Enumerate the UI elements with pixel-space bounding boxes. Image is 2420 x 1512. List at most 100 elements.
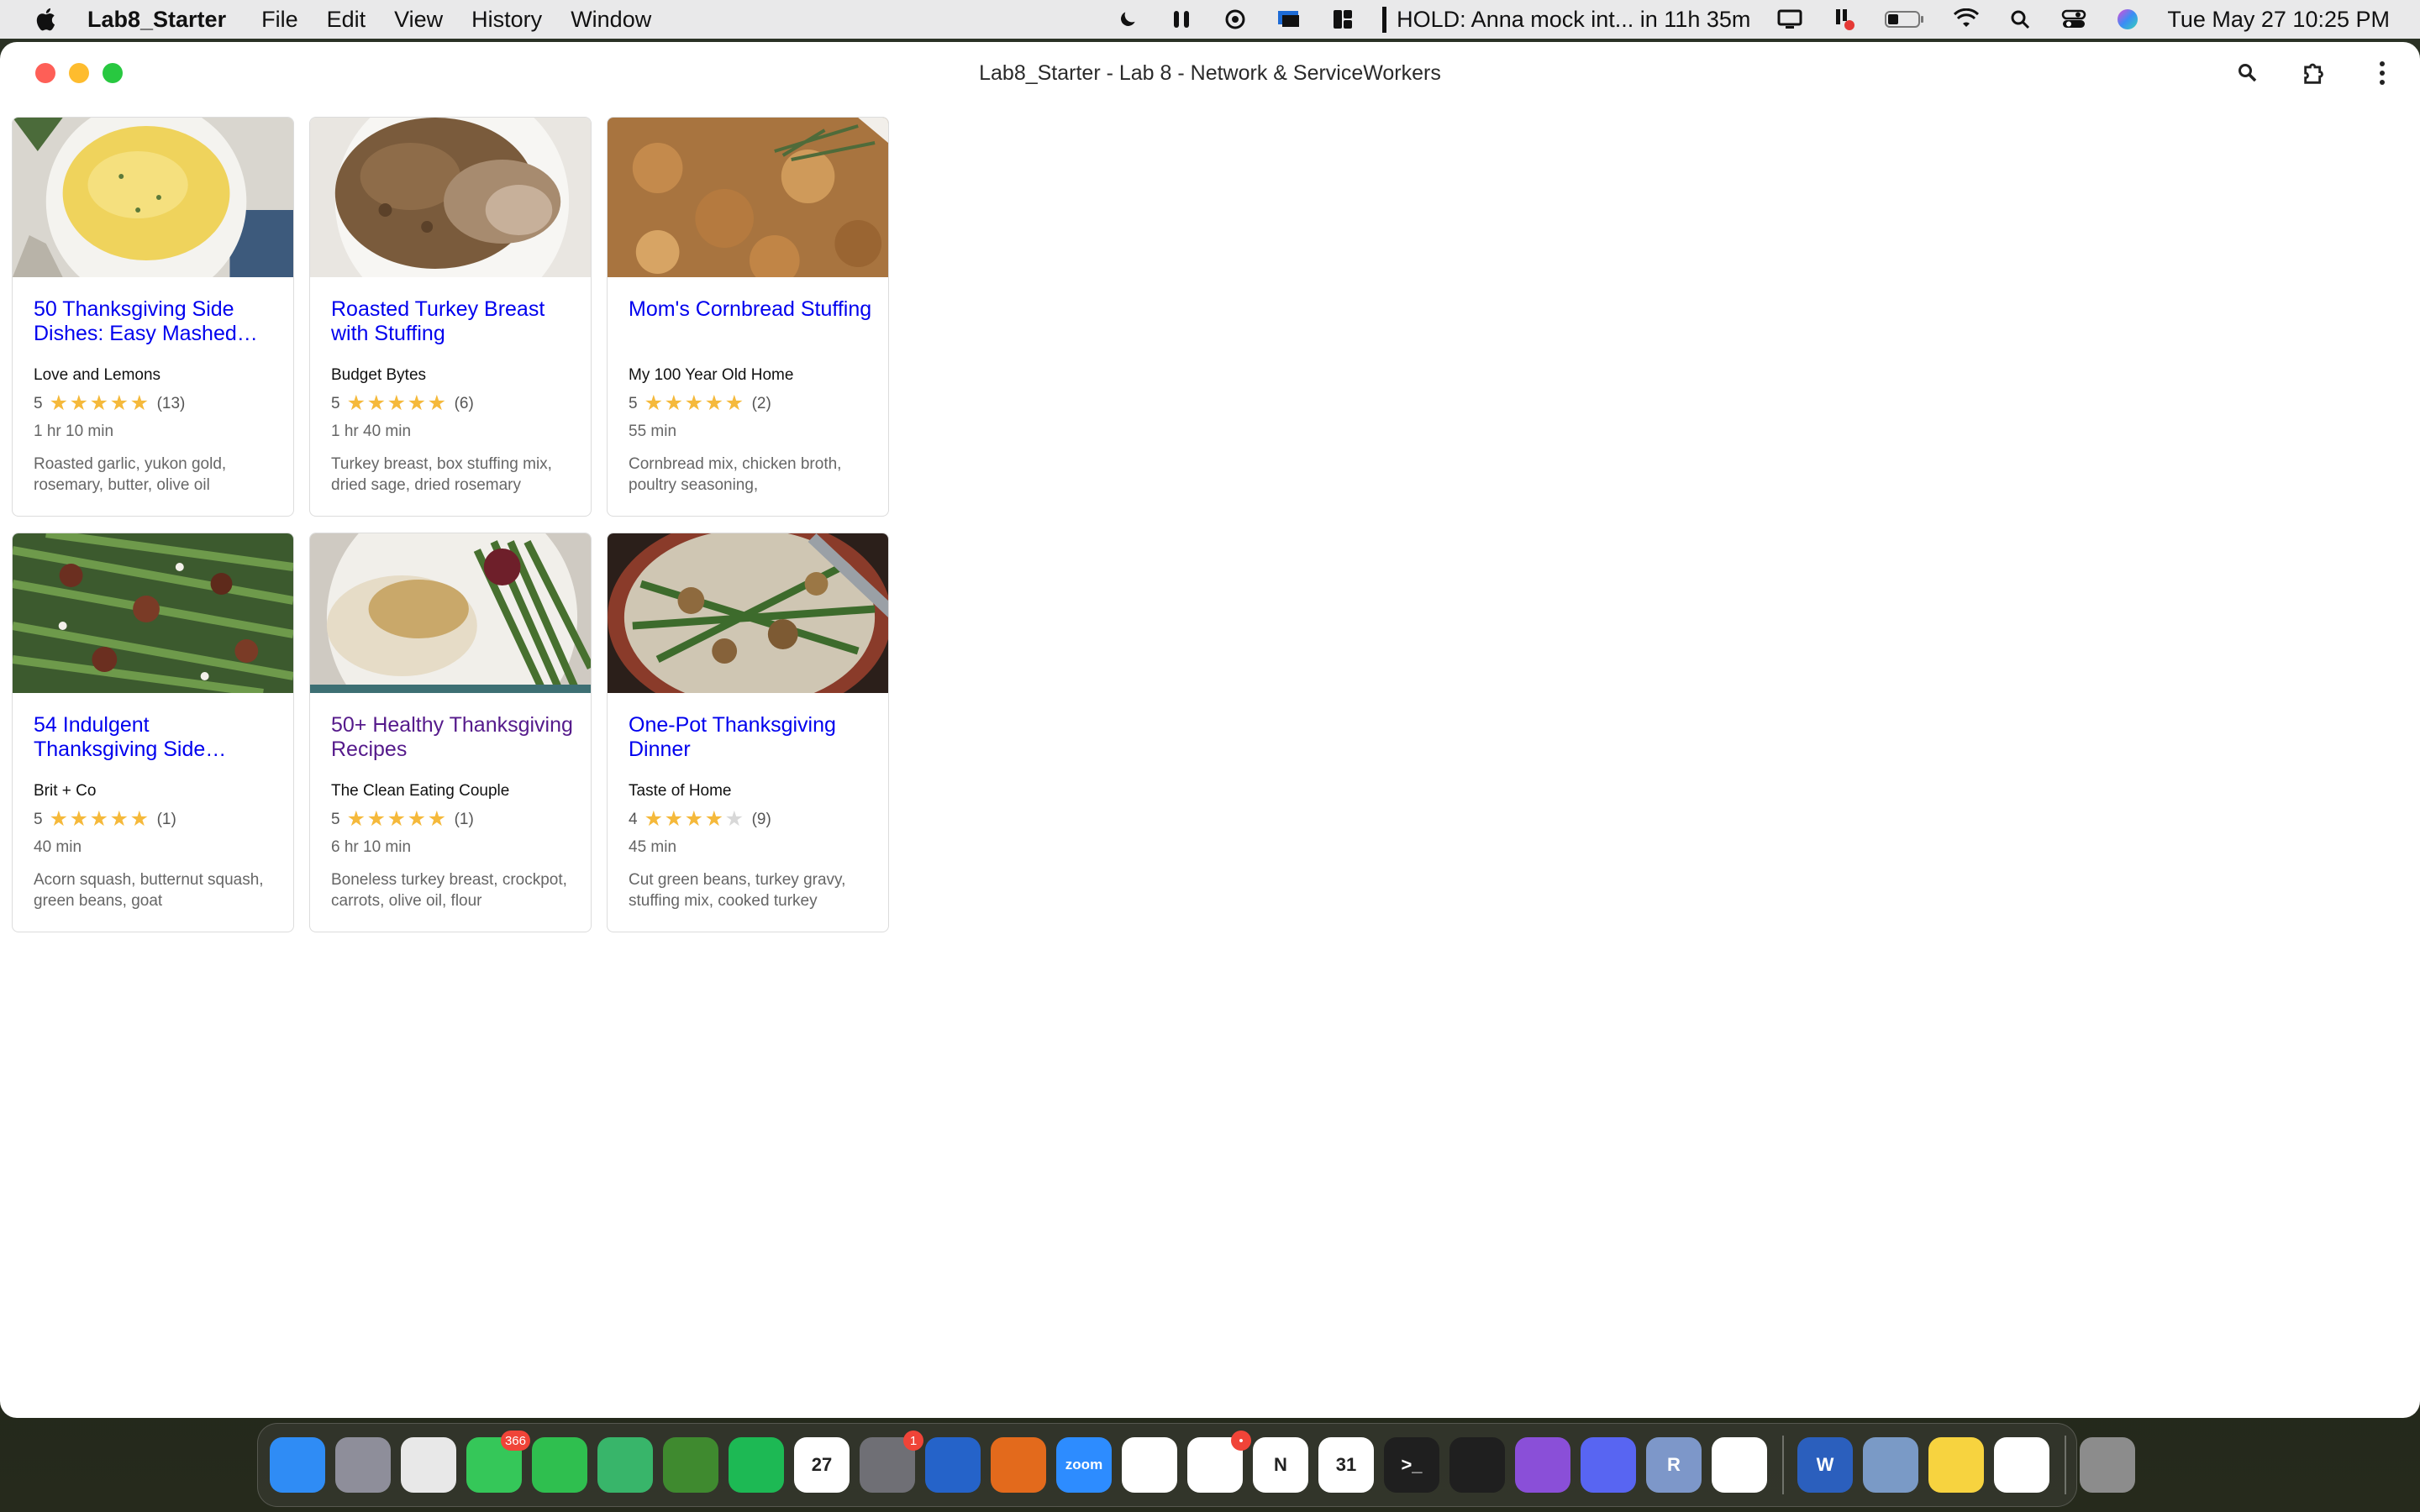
notes-icon[interactable] xyxy=(1928,1437,1984,1493)
recipe-card[interactable]: One-Pot Thanksgiving Dinner Taste of Hom… xyxy=(607,533,889,932)
matlab-icon[interactable] xyxy=(991,1437,1046,1493)
spotlight-search-icon[interactable] xyxy=(2006,7,2034,32)
teams-icon[interactable] xyxy=(925,1437,981,1493)
discord-icon[interactable] xyxy=(1581,1437,1636,1493)
star-filled-icon: ★ xyxy=(664,807,683,831)
recipe-title-link[interactable]: Mom's Cornbread Stuffing xyxy=(629,297,872,322)
github-desktop-icon[interactable] xyxy=(1515,1437,1570,1493)
recipe-thumbnail-cornbread-stuffing xyxy=(608,118,888,277)
menu-file[interactable]: File xyxy=(261,7,298,33)
rating-value: 4 xyxy=(629,810,638,828)
stage-manager-icon[interactable] xyxy=(1328,7,1357,32)
menu-window[interactable]: Window xyxy=(571,7,651,33)
chrome-icon[interactable] xyxy=(401,1437,456,1493)
vscode-icon[interactable] xyxy=(1712,1437,1767,1493)
menubar-clock[interactable]: Tue May 27 10:25 PM xyxy=(2167,7,2390,33)
window-titlebar[interactable]: Lab8_Starter - Lab 8 - Network & Service… xyxy=(0,42,2420,104)
focus-moon-icon[interactable] xyxy=(1113,7,1142,32)
facetime-icon[interactable] xyxy=(532,1437,587,1493)
star-filled-icon: ★ xyxy=(49,807,68,831)
recipe-rating: 5 ★ ★ ★ ★ ★ (1) xyxy=(34,809,176,830)
traffic-lights xyxy=(35,63,136,83)
recipe-card[interactable]: 54 Indulgent Thanksgiving Side… Brit + C… xyxy=(12,533,294,932)
recipe-title-link[interactable]: 50 Thanksgiving Side Dishes: Easy Mashed… xyxy=(34,297,277,346)
recipe-time: 1 hr 10 min xyxy=(34,423,114,440)
calendar-event-status[interactable]: HOLD: Anna mock int... in 11h 35m xyxy=(1382,6,1750,33)
star-rating: ★ ★ ★ ★ ★ xyxy=(644,809,745,830)
chrome-app-icon[interactable] xyxy=(1994,1437,2049,1493)
airpods-icon[interactable] xyxy=(1167,7,1196,32)
more-menu-button[interactable] xyxy=(2366,57,2398,89)
calendar-icon[interactable]: 27 xyxy=(794,1437,850,1493)
review-count: (9) xyxy=(751,810,771,828)
notion-icon[interactable]: N xyxy=(1253,1437,1308,1493)
activity-monitor-icon[interactable] xyxy=(1449,1437,1505,1493)
recipe-card[interactable]: Roasted Turkey Breast with Stuffing Budg… xyxy=(309,117,592,517)
spotify-icon[interactable] xyxy=(729,1437,784,1493)
minimize-window-button[interactable] xyxy=(69,63,89,83)
finder-icon[interactable] xyxy=(270,1437,325,1493)
find-in-page-button[interactable] xyxy=(2232,57,2264,89)
menu-view[interactable]: View xyxy=(394,7,443,33)
star-filled-icon: ★ xyxy=(427,807,446,831)
screen-mirroring-icon[interactable] xyxy=(1776,7,1804,32)
battery-icon[interactable] xyxy=(1883,7,1927,32)
siri-icon[interactable] xyxy=(2113,7,2142,32)
word-icon[interactable]: W xyxy=(1797,1437,1853,1493)
rating-value: 5 xyxy=(34,394,43,412)
trash-icon[interactable] xyxy=(2080,1437,2135,1493)
review-count: (1) xyxy=(454,810,474,828)
status-area: HOLD: Anna mock int... in 11h 35m Tue Ma… xyxy=(1088,0,2390,39)
creative-cloud-icon[interactable] xyxy=(1221,7,1249,32)
recipe-thumbnail-turkey-green-beans xyxy=(310,533,591,693)
review-count: (2) xyxy=(751,394,771,412)
apple-menu-icon[interactable] xyxy=(34,6,60,33)
recipe-time: 6 hr 10 min xyxy=(331,838,412,856)
recipe-rating: 5 ★ ★ ★ ★ ★ (1) xyxy=(331,809,474,830)
recipe-title-link[interactable]: 54 Indulgent Thanksgiving Side… xyxy=(34,713,277,762)
recipe-title-link[interactable]: 50+ Healthy Thanksgiving Recipes xyxy=(331,713,575,762)
notion-calendar-icon[interactable]: 31 xyxy=(1318,1437,1374,1493)
dock-app-label: N xyxy=(1274,1454,1287,1475)
launchpad-icon[interactable] xyxy=(335,1437,391,1493)
puzzle-piece-icon xyxy=(2304,63,2323,84)
display-icon[interactable] xyxy=(1275,7,1303,32)
r-icon[interactable]: R xyxy=(1646,1437,1702,1493)
recipe-title-link[interactable]: Roasted Turkey Breast with Stuffing xyxy=(331,297,575,346)
messages-icon[interactable]: 366 xyxy=(466,1431,530,1493)
zoom-icon[interactable]: zoom xyxy=(1056,1437,1112,1493)
star-empty-icon: ★ xyxy=(724,807,744,831)
zoom-window-button[interactable] xyxy=(103,63,123,83)
menu-history[interactable]: History xyxy=(471,7,542,33)
wifi-icon[interactable] xyxy=(1952,7,1981,32)
slack-icon[interactable]: • xyxy=(1187,1431,1251,1493)
recipe-organization: Love and Lemons xyxy=(34,366,161,384)
dock-app-label: zoom xyxy=(1065,1457,1103,1473)
system-settings-icon[interactable]: 1 xyxy=(860,1431,923,1493)
app-menu[interactable]: Lab8_Starter xyxy=(87,7,226,33)
recipe-ingredients: Cut green beans, turkey gravy, stuffing … xyxy=(629,871,846,910)
star-filled-icon: ★ xyxy=(69,807,88,831)
recipe-ingredients: Cornbread mix, chicken broth, poultry se… xyxy=(629,455,842,494)
control-center-icon[interactable] xyxy=(2060,7,2088,32)
terminal-icon[interactable]: >_ xyxy=(1384,1437,1439,1493)
recipe-card[interactable]: Mom's Cornbread Stuffing My 100 Year Old… xyxy=(607,117,889,517)
menu-bar: Lab8_Starter File Edit View History Wind… xyxy=(0,0,2420,39)
chatgpt-icon[interactable] xyxy=(1122,1437,1177,1493)
star-rating: ★ ★ ★ ★ ★ xyxy=(50,809,150,830)
minecraft-icon[interactable] xyxy=(663,1437,718,1493)
recipe-rating: 5 ★ ★ ★ ★ ★ (6) xyxy=(331,393,474,414)
preview-icon[interactable] xyxy=(1863,1437,1918,1493)
find-my-icon[interactable] xyxy=(597,1437,653,1493)
recipe-rating: 4 ★ ★ ★ ★ ★ (9) xyxy=(629,809,771,830)
recipe-card[interactable]: 50+ Healthy Thanksgiving Recipes The Cle… xyxy=(309,533,592,932)
recording-tool-icon[interactable] xyxy=(1829,7,1858,32)
menu-edit[interactable]: Edit xyxy=(327,7,366,33)
recipe-ingredients: Roasted garlic, yukon gold, rosemary, bu… xyxy=(34,455,227,494)
recipe-title-link[interactable]: One-Pot Thanksgiving Dinner xyxy=(629,713,872,762)
recipe-card[interactable]: 50 Thanksgiving Side Dishes: Easy Mashed… xyxy=(12,117,294,517)
dock-app-label: 27 xyxy=(811,1454,833,1475)
close-window-button[interactable] xyxy=(35,63,55,83)
recipe-organization: The Clean Eating Couple xyxy=(331,782,510,800)
extensions-button[interactable] xyxy=(2299,57,2331,89)
